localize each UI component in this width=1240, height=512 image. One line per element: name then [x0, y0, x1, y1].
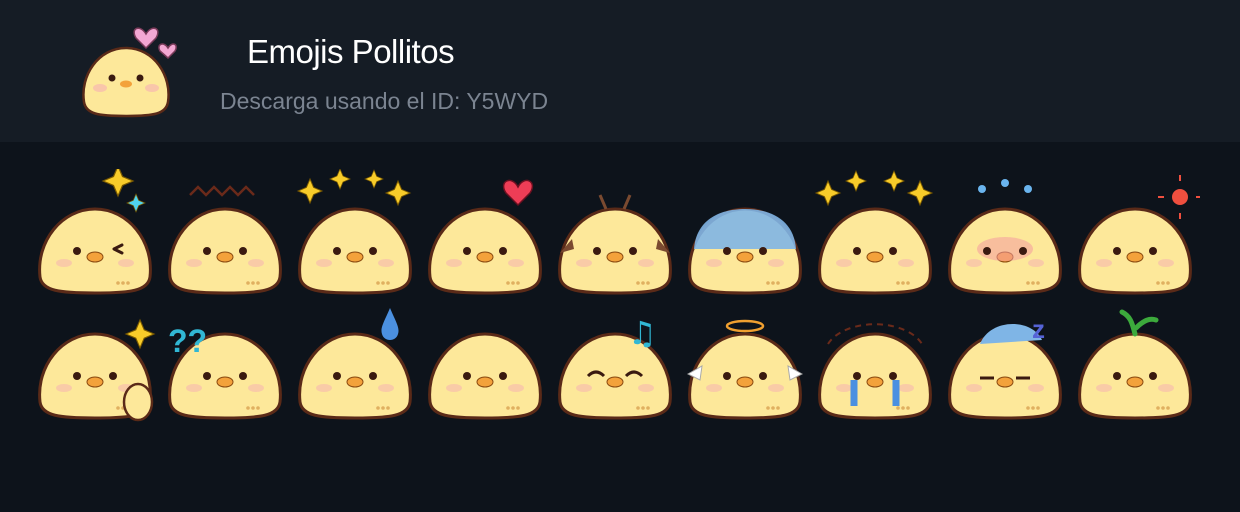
chick-heart-icon[interactable]	[420, 169, 550, 299]
svg-text:??: ??	[168, 323, 207, 359]
pack-header: Emojis Pollitos Descarga usando el ID: Y…	[0, 0, 1240, 142]
chick-sunny-icon[interactable]	[1070, 169, 1200, 299]
chick-embarrassed-icon[interactable]	[940, 169, 1070, 299]
chick-crying-icon[interactable]	[810, 294, 940, 424]
chick-sleeping-icon[interactable]: z	[940, 294, 1070, 424]
chick-thumbs-up-icon[interactable]	[30, 294, 160, 424]
chick-question-marks-icon[interactable]: ??	[160, 294, 290, 424]
chick-sweat-drop-icon[interactable]	[290, 294, 420, 424]
chick-hearts-icon	[70, 14, 190, 126]
emoji-grid: ?? ♫ z	[0, 142, 1240, 512]
svg-text:z: z	[1032, 314, 1045, 344]
svg-text:♫: ♫	[628, 314, 657, 352]
chick-sprout-icon[interactable]	[1070, 294, 1200, 424]
chick-sparkle-eyes-icon[interactable]	[290, 169, 420, 299]
pack-title: Emojis Pollitos	[247, 33, 455, 70]
chick-devil-bat-icon[interactable]	[550, 169, 680, 299]
chick-sparkles-icon[interactable]	[810, 169, 940, 299]
chick-happy-music-icon[interactable]: ♫	[550, 294, 680, 424]
chick-plain-icon[interactable]	[420, 294, 550, 424]
chick-wink-star-icon[interactable]	[30, 169, 160, 299]
chick-gloomy-blue-icon[interactable]	[680, 169, 810, 299]
download-id-text: Descarga usando el ID: Y5WYD	[220, 88, 549, 114]
chick-angry-tuft-icon[interactable]	[160, 169, 290, 299]
chick-angel-icon[interactable]	[680, 294, 810, 424]
